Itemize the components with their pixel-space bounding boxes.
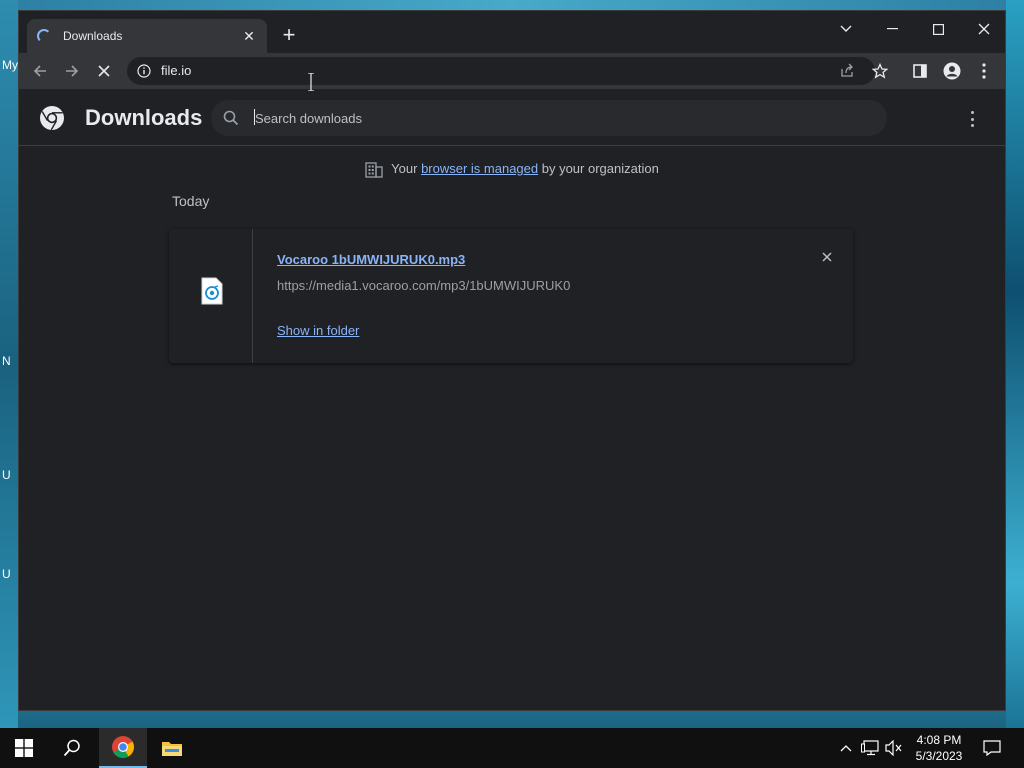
volume-button[interactable] — [884, 738, 904, 758]
managed-link[interactable]: browser is managed — [421, 161, 538, 176]
minimize-icon — [886, 28, 898, 30]
search-icon — [223, 110, 239, 126]
date-section-heading: Today — [172, 193, 210, 209]
managed-prefix: Your — [391, 161, 422, 176]
maximize-button[interactable] — [915, 15, 961, 43]
browser-toolbar: file.io — [19, 53, 1005, 91]
taskbar: 4:08 PM 5/3/2023 — [0, 728, 1024, 768]
text-cursor-icon — [308, 73, 314, 91]
page-title: Downloads — [85, 105, 203, 130]
download-file-name-link[interactable]: Vocaroo 1bUMWIJURUK0.mp3 — [277, 252, 465, 267]
stop-icon — [98, 65, 110, 77]
managed-suffix: by your organization — [538, 161, 659, 176]
show-hidden-icons-button[interactable] — [836, 738, 856, 758]
bookmark-button[interactable] — [868, 59, 892, 83]
share-icon — [841, 63, 853, 77]
chevron-up-icon — [840, 745, 852, 752]
desktop-icon-label[interactable]: My — [2, 58, 18, 72]
system-clock[interactable]: 4:08 PM 5/3/2023 — [906, 732, 972, 764]
search-input[interactable] — [255, 108, 855, 128]
url-text: file.io — [161, 63, 192, 78]
show-in-folder-link[interactable]: Show in folder — [277, 323, 359, 338]
managed-notice: Your browser is managed by your organiza… — [19, 161, 1005, 178]
kebab-dot — [970, 117, 974, 121]
title-bar: Downloads ✕ + — [19, 11, 1005, 53]
audio-file-icon — [201, 277, 223, 305]
profile-button[interactable] — [940, 59, 964, 83]
action-center-button[interactable] — [982, 738, 1002, 758]
back-button[interactable] — [28, 59, 52, 83]
desktop-icon-label[interactable]: U — [2, 567, 11, 581]
tab-search-button[interactable] — [823, 15, 869, 43]
downloads-page: Downloads Search downloads Your browser … — [19, 91, 1005, 710]
kebab-menu-icon — [982, 63, 986, 79]
side-panel-icon — [913, 64, 927, 78]
search-icon — [63, 739, 80, 757]
network-icon — [861, 740, 879, 756]
tab-close-icon[interactable]: ✕ — [241, 28, 257, 45]
side-panel-button[interactable] — [908, 59, 932, 83]
close-icon — [978, 23, 990, 35]
download-source-url: https://media1.vocaroo.com/mp3/1bUMWIJUR… — [277, 278, 571, 293]
chevron-down-icon — [840, 25, 852, 32]
network-button[interactable] — [860, 738, 880, 758]
person-icon — [943, 62, 961, 80]
windows-logo-icon — [15, 739, 33, 757]
desktop-icon-label[interactable]: U — [2, 468, 11, 482]
start-button[interactable] — [0, 728, 48, 768]
chrome-menu-button[interactable] — [972, 59, 996, 83]
clock-date: 5/3/2023 — [915, 749, 963, 763]
loading-spinner-icon — [37, 29, 51, 43]
taskbar-chrome-button[interactable] — [99, 728, 147, 768]
browser-window: Downloads ✕ + file.io Downloads Search d… — [18, 10, 1006, 711]
notification-icon — [983, 740, 1001, 756]
info-icon — [137, 64, 151, 78]
taskbar-search-button[interactable] — [48, 728, 96, 768]
downloads-menu-button[interactable] — [963, 109, 981, 129]
download-item-icon-area — [169, 229, 253, 363]
chrome-logo-icon — [40, 106, 64, 131]
arrow-right-icon — [66, 65, 79, 77]
desktop-wallpaper-right — [1006, 0, 1024, 728]
close-window-button[interactable] — [961, 15, 1007, 43]
new-tab-button[interactable]: + — [277, 24, 301, 48]
desktop-wallpaper-top — [0, 0, 1024, 10]
stop-loading-button[interactable] — [92, 59, 116, 83]
desktop-wallpaper-left: My N U U — [0, 0, 18, 728]
taskbar-file-explorer-button[interactable] — [148, 728, 196, 768]
star-icon — [872, 63, 888, 79]
forward-button[interactable] — [60, 59, 84, 83]
download-item: Vocaroo 1bUMWIJURUK0.mp3 https://media1.… — [169, 229, 853, 363]
remove-download-button[interactable] — [817, 247, 837, 267]
tab-title: Downloads — [63, 29, 123, 43]
maximize-icon — [932, 23, 944, 35]
kebab-dot — [970, 111, 974, 114]
kebab-dot — [970, 124, 974, 127]
arrow-left-icon — [33, 65, 46, 77]
tab-downloads[interactable]: Downloads ✕ — [27, 19, 267, 53]
folder-icon — [162, 742, 182, 756]
chrome-icon — [112, 736, 134, 758]
address-bar[interactable]: file.io — [127, 57, 875, 85]
search-box[interactable] — [211, 100, 887, 136]
minimize-button[interactable] — [869, 15, 915, 43]
volume-muted-icon — [885, 740, 902, 756]
building-icon — [365, 161, 383, 178]
clock-time: 4:08 PM — [916, 733, 962, 747]
desktop-icon-label[interactable]: N — [2, 354, 11, 368]
close-icon — [822, 252, 832, 262]
downloads-header: Downloads — [19, 91, 1005, 146]
